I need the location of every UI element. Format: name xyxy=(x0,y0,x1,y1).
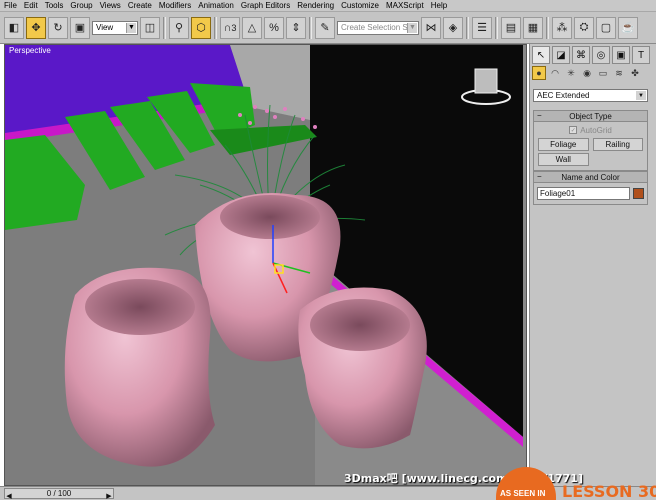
create-tab-icon[interactable]: ↖ xyxy=(532,46,550,64)
menu-tools[interactable]: Tools xyxy=(45,1,64,10)
modify-tab-icon[interactable]: ◪ xyxy=(552,46,570,64)
select-scale-icon[interactable]: ▣ xyxy=(70,16,90,39)
menu-graph-editors[interactable]: Graph Editors xyxy=(241,1,290,10)
object-category-value: AEC Extended xyxy=(537,91,590,100)
select-rotate-icon[interactable]: ↻ xyxy=(48,16,68,39)
render-setup-icon[interactable]: ⛭ xyxy=(574,16,594,39)
time-slider-value: 0 / 100 xyxy=(46,489,72,498)
object-type-buttons: Foliage Railing Wall xyxy=(534,136,647,170)
foliage-button[interactable]: Foliage xyxy=(538,138,589,151)
time-slider[interactable]: ◀ 0 / 100 ▶ xyxy=(4,488,114,500)
viewport-label[interactable]: Perspective xyxy=(9,46,51,55)
menu-customize[interactable]: Customize xyxy=(341,1,379,10)
chevron-down-icon: ▼ xyxy=(636,91,646,100)
railing-button[interactable]: Railing xyxy=(592,138,643,151)
as-seen-in-label: AS SEEN IN xyxy=(500,489,546,498)
name-and-color-rollout: − Name and Color Foliage01 xyxy=(533,171,648,205)
object-name-input[interactable]: Foliage01 xyxy=(537,187,630,200)
viewport-scene xyxy=(5,45,523,485)
geometry-icon[interactable]: ● xyxy=(532,66,546,80)
pot-back-rim xyxy=(220,195,320,239)
systems-icon[interactable]: ✤ xyxy=(628,66,642,80)
utilities-tab-icon[interactable]: T xyxy=(632,46,650,64)
menu-rendering[interactable]: Rendering xyxy=(297,1,334,10)
menu-animation[interactable]: Animation xyxy=(198,1,234,10)
menu-edit[interactable]: Edit xyxy=(24,1,38,10)
menu-file[interactable]: File xyxy=(4,1,17,10)
percent-snap-icon[interactable]: % xyxy=(264,16,284,39)
object-type-header[interactable]: − Object Type xyxy=(534,111,647,122)
lights-icon[interactable]: ✳ xyxy=(564,66,578,80)
chevron-down-icon: ▼ xyxy=(126,22,136,33)
name-and-color-title: Name and Color xyxy=(561,172,620,182)
name-and-color-header[interactable]: − Name and Color xyxy=(534,172,647,183)
bottom-bar: ◀ 0 / 100 ▶ xyxy=(0,486,656,500)
mirror-icon[interactable]: ⋈ xyxy=(421,16,441,39)
chevron-right-icon[interactable]: ▶ xyxy=(104,490,114,500)
display-tab-icon[interactable]: ▣ xyxy=(612,46,630,64)
lesson-label: LESSON 30 xyxy=(562,482,656,500)
pot-right-rim xyxy=(310,299,410,351)
toolbar-separator xyxy=(546,16,549,39)
chevron-left-icon[interactable]: ◀ xyxy=(4,490,14,500)
perspective-viewport[interactable]: Perspective xyxy=(4,44,527,486)
shapes-icon[interactable]: ◠ xyxy=(548,66,562,80)
command-panel-tabs: ↖ ◪ ⌘ ◎ ▣ T xyxy=(532,46,654,64)
collapse-icon: − xyxy=(537,172,542,181)
motion-tab-icon[interactable]: ◎ xyxy=(592,46,610,64)
autogrid-checkbox[interactable]: ✓ AutoGrid xyxy=(534,124,647,136)
command-panel: ↖ ◪ ⌘ ◎ ▣ T ● ◠ ✳ ◉ ▭ ≋ ✤ AEC Extended ▼… xyxy=(529,44,656,486)
menu-bar: File Edit Tools Group Views Create Modif… xyxy=(0,0,656,12)
object-category-dropdown[interactable]: AEC Extended ▼ xyxy=(533,89,648,102)
object-type-rollout: − Object Type ✓ AutoGrid Foliage Railing… xyxy=(533,110,648,171)
name-row: Foliage01 xyxy=(534,183,647,204)
collapse-icon: − xyxy=(537,111,542,120)
pivot-center-icon[interactable]: ◫ xyxy=(140,16,160,39)
cameras-icon[interactable]: ◉ xyxy=(580,66,594,80)
select-link-icon[interactable]: ⚲ xyxy=(169,16,189,39)
menu-create[interactable]: Create xyxy=(128,1,152,10)
menu-help[interactable]: Help xyxy=(431,1,447,10)
toolbar-separator xyxy=(163,16,166,39)
spinner-snap-icon[interactable]: ⇕ xyxy=(286,16,306,39)
hierarchy-tab-icon[interactable]: ⌘ xyxy=(572,46,590,64)
snap-toggle-icon[interactable]: ∩ 3 xyxy=(220,16,240,39)
align-icon[interactable]: ◈ xyxy=(443,16,463,39)
named-selection-edit-icon[interactable]: ✎ xyxy=(315,16,335,39)
main-toolbar: ◧ ✥ ↻ ▣ View ▼ ◫ ⚲ ⬡ ∩ 3 △ % ⇕ ✎ Create S… xyxy=(0,12,656,44)
angle-snap-icon[interactable]: △ xyxy=(242,16,262,39)
reference-coord-dropdown[interactable]: View ▼ xyxy=(92,20,138,35)
menu-group[interactable]: Group xyxy=(70,1,92,10)
selection-set-placeholder: Create Selection Set xyxy=(341,23,415,32)
render-frame-icon[interactable]: ▢ xyxy=(596,16,616,39)
object-color-swatch[interactable] xyxy=(633,188,644,199)
helpers-icon[interactable]: ▭ xyxy=(596,66,610,80)
menu-modifiers[interactable]: Modifiers xyxy=(159,1,191,10)
toolbar-separator xyxy=(495,16,498,39)
chevron-down-icon: ▼ xyxy=(407,22,417,33)
coord-system-value: View xyxy=(96,23,114,32)
create-category-tabs: ● ◠ ✳ ◉ ▭ ≋ ✤ xyxy=(532,66,654,82)
menu-views[interactable]: Views xyxy=(100,1,121,10)
toolbar-separator xyxy=(309,16,312,39)
curve-editor-icon[interactable]: ▤ xyxy=(501,16,521,39)
autogrid-label: AutoGrid xyxy=(580,125,612,135)
object-type-title: Object Type xyxy=(569,111,612,121)
toolbar-separator xyxy=(214,16,217,39)
manipulate-icon[interactable]: ⬡ xyxy=(191,16,211,39)
select-move-icon[interactable]: ✥ xyxy=(26,16,46,39)
layer-manager-icon[interactable]: ☰ xyxy=(472,16,492,39)
pot-left-rim xyxy=(85,279,195,335)
menu-maxscript[interactable]: MAXScript xyxy=(386,1,424,10)
space-warps-icon[interactable]: ≋ xyxy=(612,66,626,80)
material-editor-icon[interactable]: ⁂ xyxy=(552,16,572,39)
quick-render-icon[interactable]: ☕ xyxy=(618,16,638,39)
toolbar-separator xyxy=(466,16,469,39)
wall-button[interactable]: Wall xyxy=(538,153,589,166)
checkbox-icon: ✓ xyxy=(569,126,578,134)
selection-set-dropdown[interactable]: Create Selection Set ▼ xyxy=(337,20,419,35)
schematic-view-icon[interactable]: ▦ xyxy=(523,16,543,39)
select-object-icon[interactable]: ◧ xyxy=(4,16,24,39)
